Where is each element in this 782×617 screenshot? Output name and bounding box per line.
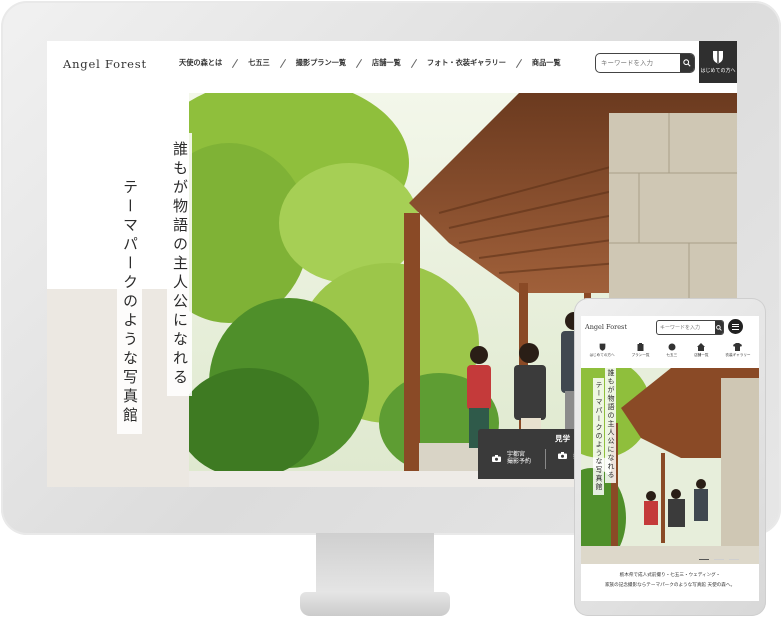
carousel-indicators [699, 559, 739, 560]
store-icon [697, 343, 706, 351]
first-time-button[interactable]: はじめての方へ [699, 41, 737, 83]
search-input[interactable] [596, 54, 680, 72]
tablet-intro-caption: 栃木県で成人式前撮り・七五三・ウェディング・ 家族の記念撮影ならテーマパークのよ… [581, 571, 759, 591]
nav-gallery[interactable]: フォト・衣装ギャラリー [427, 58, 506, 68]
tablet-nav-gallery[interactable]: 衣装ギャラリー [725, 343, 751, 365]
reservation-link-utsunomiya[interactable]: 宇都宮 撮影予約 [492, 451, 531, 465]
tablet-search-input[interactable] [657, 321, 715, 334]
monitor-stand [300, 592, 450, 616]
shield-icon [713, 51, 723, 64]
visit-title: 見学 [555, 434, 570, 443]
tablet-search-box [656, 320, 724, 335]
nav-separator [232, 58, 239, 68]
camera-icon [492, 454, 501, 462]
carousel-dot[interactable] [729, 559, 739, 560]
search-icon [683, 59, 691, 67]
carousel-dot-active[interactable] [699, 559, 709, 560]
search-icon [716, 324, 722, 331]
clipboard-icon [637, 343, 644, 351]
tablet-nav-plans[interactable]: プラン一覧 [632, 343, 649, 365]
nav-shichigosan[interactable]: 七五三 [248, 58, 270, 68]
nav-plans[interactable]: 撮影プラン一覧 [296, 58, 346, 68]
nav-products[interactable]: 商品一覧 [532, 58, 561, 68]
tablet-icon-nav: はじめての方へ プラン一覧 七五三 店舗一覧 衣装ギャラリー [581, 343, 759, 365]
hamburger-icon [732, 323, 739, 325]
global-nav: 天使の森とは 七五三 撮影プラン一覧 店舗一覧 フォト・衣装ギャラリー 商品一覧 [179, 58, 561, 68]
panel-divider [545, 449, 546, 469]
nav-about[interactable]: 天使の森とは [179, 58, 222, 68]
hero-tagline-1: 誰もが物語の主人公になれる [167, 133, 192, 396]
tablet-logo[interactable]: Angel Forest [585, 323, 627, 331]
tablet-device: Angel Forest はじめての方へ プラン一覧 七五三 [574, 298, 766, 616]
nav-stores[interactable]: 店舗一覧 [372, 58, 401, 68]
camera-icon [558, 452, 567, 459]
tablet-tagline-1: 誰もが物語の主人公になれる [605, 366, 616, 483]
nav-separator [355, 58, 363, 68]
tablet-tagline-2: テーマパークのような写真館 [593, 378, 604, 495]
carousel-dot[interactable] [714, 559, 724, 560]
tablet-nav-stores[interactable]: 店舗一覧 [694, 343, 708, 365]
nav-separator [410, 58, 417, 68]
site-logo[interactable]: Angel Forest [63, 57, 147, 71]
shield-icon [599, 343, 605, 351]
nav-separator [279, 58, 286, 68]
caption-line-2: 家族の記念撮影ならテーマパークのような写真館 天使の森へ。 [604, 583, 736, 588]
first-time-label: はじめての方へ [700, 68, 736, 74]
reservation-link-label: 宇都宮 撮影予約 [507, 451, 532, 466]
tablet-search-button[interactable] [715, 321, 723, 334]
monitor-neck [316, 533, 434, 595]
caption-line-1: 栃木県で成人式前撮り・七五三・ウェディング・ [619, 573, 721, 578]
hero-tagline-2: テーマパークのような写真館 [117, 171, 142, 434]
search-box [595, 53, 695, 73]
face-icon [668, 343, 676, 351]
tablet-screen: Angel Forest はじめての方へ プラン一覧 七五三 [581, 316, 759, 601]
nav-separator [515, 58, 522, 68]
shirt-icon [733, 343, 743, 351]
hamburger-menu-button[interactable] [728, 319, 743, 334]
search-button[interactable] [680, 54, 694, 72]
tablet-nav-shichigosan[interactable]: 七五三 [666, 343, 677, 365]
tablet-nav-first-time[interactable]: はじめての方へ [589, 343, 615, 365]
